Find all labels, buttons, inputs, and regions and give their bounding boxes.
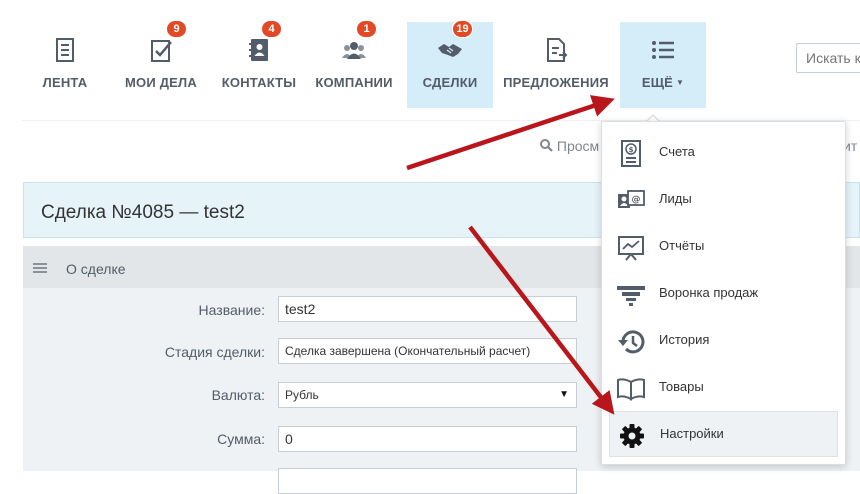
more-dropdown-menu: $ Счета @ Лиды Отчёты Воронка продаж Ист…: [601, 121, 846, 465]
nav-label-deals: СДЕЛКИ: [422, 75, 478, 90]
menu-item-leads[interactable]: @ Лиды: [602, 177, 845, 223]
field-label-name: Название:: [198, 302, 265, 318]
products-icon: [617, 378, 645, 401]
menu-item-history[interactable]: История: [602, 318, 845, 364]
stage-select[interactable]: Сделка завершена (Окончательный расчет): [278, 338, 577, 364]
menu-label-products: Товары: [659, 379, 704, 394]
list-menu-icon: [652, 41, 674, 59]
nav-item-feed[interactable]: ЛЕНТА: [22, 22, 108, 108]
menu-item-reports[interactable]: Отчёты: [602, 224, 845, 270]
invoice-icon: $: [621, 140, 641, 167]
page-title: Сделка №4085 — test2: [41, 202, 245, 223]
badge-contacts: 4: [261, 20, 282, 38]
checklist-icon: [151, 40, 172, 62]
nav-item-deals[interactable]: 19 СДЕЛКИ: [407, 20, 493, 108]
amount-field[interactable]: 0: [278, 426, 577, 452]
badge-my-tasks: 9: [166, 20, 187, 38]
companies-group-icon: [342, 42, 366, 59]
select-arrow-icon: ▼: [559, 389, 569, 400]
badge-companies: 1: [356, 20, 377, 38]
section-title: О сделке: [66, 261, 126, 277]
svg-text:$: $: [629, 146, 634, 154]
history-icon: [618, 330, 645, 354]
nav-label-contacts: КОНТАКТЫ: [221, 75, 297, 90]
nav-more-text: ЕЩЁ: [641, 75, 674, 90]
nav-item-contacts[interactable]: 4 КОНТАКТЫ: [216, 20, 302, 108]
nav-item-more[interactable]: ЕЩЁ ▼: [620, 22, 706, 108]
menu-label-sales-funnel: Воронка продаж: [659, 285, 759, 300]
quote-document-icon: [547, 38, 568, 62]
nav-item-my-tasks[interactable]: 9 МОИ ДЕЛА: [118, 20, 204, 108]
field-label-amount: Сумма:: [217, 431, 265, 447]
menu-label-history: История: [659, 332, 710, 347]
leads-icon: @: [618, 190, 645, 208]
funnel-icon: [617, 286, 645, 306]
menu-label-reports: Отчёты: [659, 238, 705, 253]
feed-icon: [56, 38, 74, 62]
menu-label-settings: Настройки: [660, 426, 724, 441]
currency-select-value: Рубль: [285, 388, 319, 402]
handshake-icon: [438, 44, 462, 57]
contacts-book-icon: [249, 39, 268, 61]
nav-label-feed: ЛЕНТА: [42, 75, 88, 90]
caret-down-icon: ▼: [676, 78, 685, 87]
stage-select-value: Сделка завершена (Окончательный расчет): [285, 344, 531, 358]
nav-label-companies: КОМПАНИИ: [315, 75, 393, 90]
gear-icon: [620, 424, 644, 448]
reports-icon: [618, 236, 644, 261]
nav-item-companies[interactable]: 1 КОМПАНИИ: [311, 20, 397, 108]
client-search-input[interactable]: [796, 43, 860, 73]
nav-label-my-tasks: МОИ ДЕЛА: [125, 75, 197, 90]
menu-item-settings[interactable]: Настройки: [609, 411, 838, 457]
next-field[interactable]: [278, 468, 577, 494]
menu-item-products[interactable]: Товары: [602, 365, 845, 411]
nav-label-more: ЕЩЁ ▼: [620, 75, 706, 90]
menu-label-leads: Лиды: [659, 191, 692, 206]
top-nav: ЛЕНТА 9 МОИ ДЕЛА 4 КОНТАКТЫ 1 КОМПАНИИ 1…: [0, 0, 860, 120]
view-link-text: Просм: [556, 138, 600, 154]
magnifier-icon: [540, 139, 553, 152]
currency-select[interactable]: Рубль ▼: [278, 382, 577, 408]
menu-label-invoices: Счета: [659, 144, 695, 159]
svg-text:@: @: [632, 195, 641, 205]
field-label-stage: Стадия сделки:: [164, 344, 265, 360]
menu-item-sales-funnel[interactable]: Воронка продаж: [602, 271, 845, 317]
badge-deals: 19: [452, 20, 473, 38]
menu-item-invoices[interactable]: $ Счета: [602, 130, 845, 176]
name-field[interactable]: test2: [278, 296, 577, 322]
nav-item-quotes[interactable]: ПРЕДЛОЖЕНИЯ: [503, 22, 609, 108]
nav-label-quotes: ПРЕДЛОЖЕНИЯ: [503, 75, 609, 90]
view-link[interactable]: Просм: [540, 138, 599, 154]
drag-handle-icon[interactable]: [33, 263, 47, 273]
field-label-currency: Валюта:: [211, 387, 265, 403]
